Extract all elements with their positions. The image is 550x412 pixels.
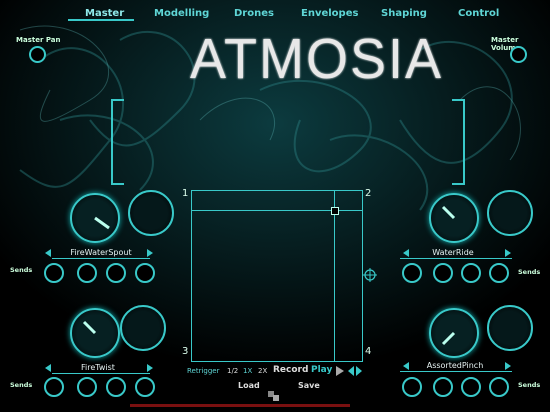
speed-2x-button[interactable]: 2X (258, 367, 267, 375)
slot1-send-3-knob[interactable] (106, 263, 126, 283)
slot2-send-1-knob[interactable] (402, 263, 422, 283)
save-button[interactable]: Save (298, 381, 320, 390)
tab-envelopes[interactable]: Envelopes (301, 8, 358, 19)
right-bracket (452, 99, 465, 185)
xy-pad[interactable] (191, 190, 363, 362)
slot4-sends-label: Sends (518, 381, 541, 389)
slot2-underline (400, 258, 512, 259)
slot3-sends-label: Sends (10, 381, 33, 389)
tab-active-indicator (68, 19, 134, 21)
slot3-pan-knob[interactable] (120, 305, 166, 351)
slot1-send-2-knob[interactable] (77, 263, 97, 283)
tab-modelling[interactable]: Modelling (154, 8, 209, 19)
knob-indicator (82, 320, 97, 335)
master-volume-knob[interactable] (510, 46, 527, 63)
slot1-send-1-knob[interactable] (44, 263, 64, 283)
slot4-send-1-knob[interactable] (402, 377, 422, 397)
slot4-send-3-knob[interactable] (461, 377, 481, 397)
record-button[interactable]: Record (273, 365, 308, 375)
slot2-volume-knob[interactable] (429, 193, 479, 243)
slot1-volume-knob[interactable] (70, 193, 120, 243)
slot2-sends-label: Sends (518, 268, 541, 276)
play-button[interactable]: Play (311, 365, 332, 375)
slot2-pan-knob[interactable] (487, 190, 533, 236)
retrigger-button[interactable]: Retrigger (187, 367, 220, 375)
slot2-next-arrow[interactable] (505, 249, 511, 257)
xy-corner-4: 4 (365, 346, 372, 357)
slot1-prev-arrow[interactable] (45, 249, 51, 257)
slot4-send-2-knob[interactable] (433, 377, 453, 397)
tab-drones[interactable]: Drones (234, 8, 274, 19)
slot3-underline (52, 373, 150, 374)
slot4-send-4-knob[interactable] (489, 377, 509, 397)
slot3-prev-arrow[interactable] (45, 364, 51, 372)
slot2-send-3-knob[interactable] (461, 263, 481, 283)
load-button[interactable]: Load (238, 381, 260, 390)
playback-direction-icon[interactable] (336, 366, 362, 376)
speed-1x-button[interactable]: 1X (243, 367, 252, 375)
knob-indicator (441, 205, 456, 220)
slot1-underline (52, 258, 150, 259)
speed-half-button[interactable]: 1/2 (227, 367, 238, 375)
tab-control[interactable]: Control (458, 8, 499, 19)
slot1-sends-label: Sends (10, 266, 33, 274)
xy-vertical-crosshair (334, 191, 335, 361)
xy-handle[interactable] (331, 207, 339, 215)
knob-indicator (441, 331, 456, 346)
slot1-send-4-knob[interactable] (135, 263, 155, 283)
slot3-send-2-knob[interactable] (77, 377, 97, 397)
slot2-name: WaterRide (432, 248, 474, 257)
xy-corner-2: 2 (365, 188, 372, 199)
slot2-send-2-knob[interactable] (433, 263, 453, 283)
left-bracket (111, 99, 124, 185)
slot4-prev-arrow[interactable] (403, 362, 409, 370)
slot3-send-1-knob[interactable] (44, 377, 64, 397)
slot4-volume-knob[interactable] (429, 308, 479, 358)
slot1-pan-knob[interactable] (128, 190, 174, 236)
slot1-name: FireWaterSpout (70, 248, 132, 257)
tab-master[interactable]: Master (85, 8, 124, 19)
slot4-underline (400, 371, 512, 372)
slot3-next-arrow[interactable] (147, 364, 153, 372)
slot4-next-arrow[interactable] (505, 362, 511, 370)
master-pan-label: Master Pan (16, 36, 61, 44)
slot4-name: AssortedPinch (426, 361, 484, 370)
dice-randomize-icon[interactable] (267, 390, 281, 402)
crosshair-target-icon[interactable] (363, 268, 377, 282)
master-pan-knob[interactable] (29, 46, 46, 63)
xy-corner-3: 3 (182, 346, 189, 357)
app-title: ATMOSIA (190, 27, 444, 91)
xy-corner-1: 1 (182, 188, 189, 199)
tab-shaping[interactable]: Shaping (381, 8, 427, 19)
slot3-send-4-knob[interactable] (135, 377, 155, 397)
slot2-send-4-knob[interactable] (489, 263, 509, 283)
slot1-next-arrow[interactable] (147, 249, 153, 257)
slot3-volume-knob[interactable] (70, 308, 120, 358)
slot4-pan-knob[interactable] (487, 305, 533, 351)
knob-indicator (94, 216, 110, 230)
slot3-name: FireTwist (81, 363, 115, 372)
slot3-send-3-knob[interactable] (106, 377, 126, 397)
